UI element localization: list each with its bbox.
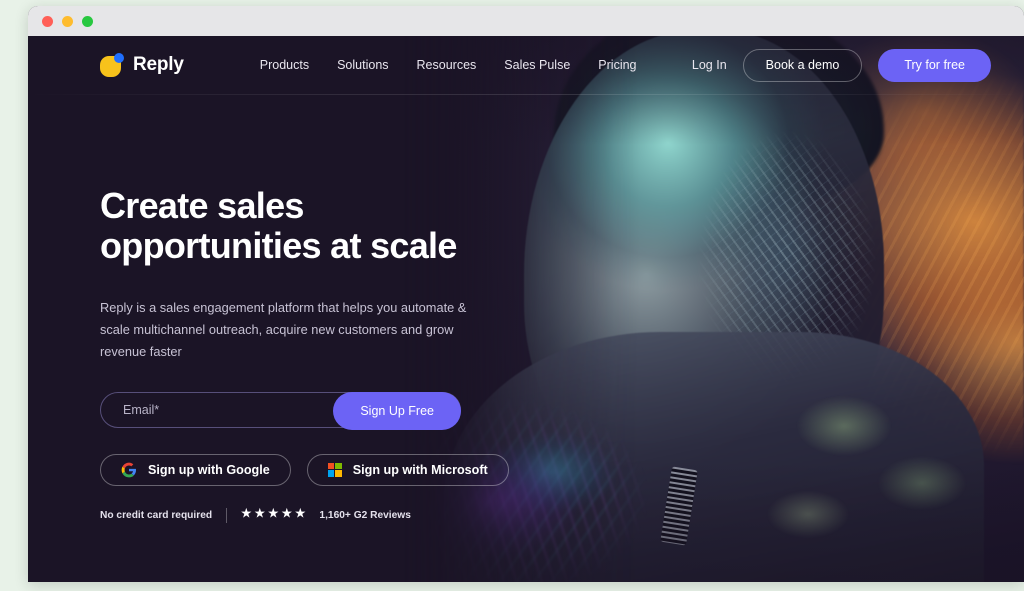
hero-section: Create sales opportunities at scale Repl… bbox=[28, 185, 1024, 523]
microsoft-icon bbox=[327, 462, 342, 477]
sign-up-free-button[interactable]: Sign Up Free bbox=[333, 391, 461, 430]
trust-divider bbox=[226, 507, 228, 523]
window-close-button[interactable] bbox=[42, 15, 53, 27]
hero-subtitle: Reply is a sales engagement platform tha… bbox=[100, 299, 467, 359]
nav-item-solutions[interactable]: Solutions bbox=[337, 58, 388, 72]
header-actions: Log In Book a demo Try for free bbox=[692, 48, 991, 82]
signup-form: Sign Up Free bbox=[100, 391, 1024, 430]
window-minimize-button[interactable] bbox=[62, 15, 73, 27]
nav-item-resources[interactable]: Resources bbox=[417, 58, 477, 72]
hero-title: Create sales opportunities at scale bbox=[100, 185, 457, 267]
sign-up-microsoft-button[interactable]: Sign up with Microsoft bbox=[306, 453, 509, 486]
book-demo-button[interactable]: Book a demo bbox=[742, 48, 863, 82]
email-field-wrapper: Sign Up Free bbox=[100, 391, 461, 430]
nav-item-products[interactable]: Products bbox=[260, 58, 309, 72]
nav-item-pricing[interactable]: Pricing bbox=[598, 58, 636, 72]
browser-titlebar bbox=[28, 6, 1024, 36]
brand-name: Reply bbox=[133, 54, 184, 75]
header-divider bbox=[28, 94, 1024, 95]
trust-row: No credit card required ★ ★ ★ ★ ★ 1,160+… bbox=[100, 507, 1024, 523]
brand-logo[interactable]: Reply bbox=[100, 53, 184, 77]
reply-logo-icon bbox=[100, 53, 124, 77]
social-signup-row: Sign up with Google Sign up with Microso… bbox=[100, 453, 1024, 486]
g2-reviews-label: 1,160+ G2 Reviews bbox=[319, 509, 411, 521]
browser-window: Reply Products Solutions Resources Sales… bbox=[28, 6, 1024, 582]
main-navigation: Products Solutions Resources Sales Pulse… bbox=[260, 58, 637, 72]
sign-up-google-button[interactable]: Sign up with Google bbox=[100, 453, 291, 486]
webpage-content: Reply Products Solutions Resources Sales… bbox=[28, 36, 1024, 582]
sign-up-google-label: Sign up with Google bbox=[148, 462, 270, 477]
nav-item-sales-pulse[interactable]: Sales Pulse bbox=[504, 58, 570, 72]
google-icon bbox=[121, 462, 137, 477]
login-link[interactable]: Log In bbox=[692, 58, 727, 72]
try-for-free-button[interactable]: Try for free bbox=[878, 48, 991, 82]
window-zoom-button[interactable] bbox=[82, 15, 93, 27]
sign-up-microsoft-label: Sign up with Microsoft bbox=[352, 462, 488, 477]
star-rating-icon: ★ ★ ★ ★ ★ bbox=[241, 508, 306, 521]
no-credit-card-label: No credit card required bbox=[100, 509, 213, 521]
site-header: Reply Products Solutions Resources Sales… bbox=[28, 36, 1024, 94]
